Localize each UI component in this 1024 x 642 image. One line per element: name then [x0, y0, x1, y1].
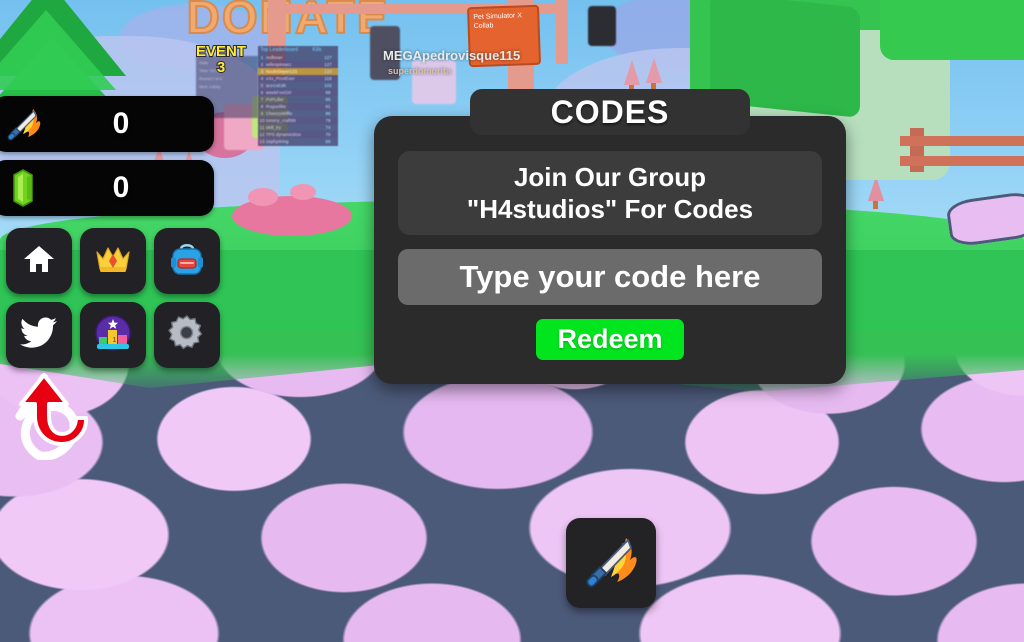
- codes-info-box: Join Our Group "H4studios" For Codes: [398, 151, 822, 235]
- flaming-sword-icon: [0, 104, 54, 144]
- leaderboard-row: 13 zephyrKing 66: [259, 139, 331, 144]
- leaderboard-row: 6 weebFoxGirl 98: [258, 89, 338, 96]
- leaderboard-row: 5 ace1sEdit 102: [260, 83, 332, 88]
- distant-pine: [646, 58, 662, 83]
- counter-gems-value: 0: [112, 171, 130, 204]
- podium-icon: 1: [94, 314, 132, 357]
- fence-rail: [900, 156, 1024, 166]
- bush-highlight: [248, 188, 278, 206]
- counter-gems: 0: [0, 160, 214, 216]
- event-badge: EVENT 3: [195, 43, 247, 77]
- flaming-sword-icon: [580, 530, 642, 597]
- hud-button-leaderboard[interactable]: 1: [80, 302, 146, 368]
- codes-dialog: Join Our Group "H4studios" For Codes Red…: [374, 116, 846, 384]
- player-nametag: superdomorita: [388, 66, 452, 76]
- leaderboard-row: 2 willespireacc 127: [258, 61, 338, 68]
- code-input[interactable]: [398, 249, 822, 305]
- player-nametag: MEGApedrovisque115: [383, 48, 521, 63]
- leaderboard-row: 8 Roguelike 91: [258, 103, 338, 110]
- hud-button-inventory[interactable]: [154, 228, 220, 294]
- leaderboard-row: 12 TPS dynamicblox 70: [258, 131, 338, 138]
- distant-pine: [624, 60, 640, 85]
- event-badge-number: 3: [216, 59, 226, 77]
- backpack-icon: [170, 241, 204, 282]
- distant-pine-trunk: [873, 201, 878, 209]
- leaderboard-row: 7 PvPLiller 95: [260, 97, 331, 102]
- bush-highlight: [290, 184, 316, 200]
- leaderboard-panel: Top Leaderboard Kills 1 redbean 127 2 willes…: [258, 46, 338, 146]
- codes-info-line-1: Join Our Group: [513, 162, 707, 192]
- hud-button-vip[interactable]: [80, 228, 146, 294]
- leaderboard-header: Top Leaderboard Kills: [258, 46, 338, 54]
- event-badge-label: EVENT: [195, 43, 247, 61]
- npc-avatar: [588, 6, 616, 46]
- leaderboard-col-score: Kills: [312, 47, 322, 53]
- counter-kills: 0: [0, 96, 214, 152]
- gear-icon: [168, 314, 206, 357]
- fence-rail: [900, 136, 1024, 146]
- hud-button-settings[interactable]: [154, 302, 220, 368]
- green-gem-icon: [0, 168, 54, 208]
- leaderboard-col-name: Top Leaderboard: [260, 47, 298, 53]
- codes-info-line-2: "H4studios" For Codes: [466, 194, 754, 224]
- home-icon: [21, 241, 57, 282]
- hud-button-twitter[interactable]: [6, 302, 72, 368]
- leaderboard-row: 4 xXx_Pro4Ever 118: [258, 75, 338, 82]
- crown-icon: [94, 242, 132, 281]
- leaderboard-row: 3 NoobSlayer123 120: [258, 68, 338, 75]
- codes-dialog-title: CODES: [470, 89, 750, 135]
- leaderboard-rows: 1 redbean 127 2 willespireacc 127 3 NoobSlayer1…: [258, 54, 338, 145]
- counter-kills-value: 0: [112, 107, 130, 140]
- hud-button-grid: 1: [6, 228, 220, 368]
- red-curved-arrow-annotation: [10, 372, 130, 461]
- svg-text:1: 1: [113, 337, 117, 344]
- hud-button-home[interactable]: [6, 228, 72, 294]
- redeem-button[interactable]: Redeem: [536, 319, 684, 360]
- leaderboard-row: 9 CheezyWiffle 86: [260, 111, 331, 116]
- twitter-bird-icon: [20, 317, 58, 354]
- leaderboard-row: 10 tommy_craft99 79: [258, 117, 338, 124]
- tool-slot-sword[interactable]: [566, 518, 656, 608]
- leaderboard-row: 1 redbean 127: [260, 55, 332, 60]
- leaderboard-row: 11 skill_try 74: [259, 125, 331, 130]
